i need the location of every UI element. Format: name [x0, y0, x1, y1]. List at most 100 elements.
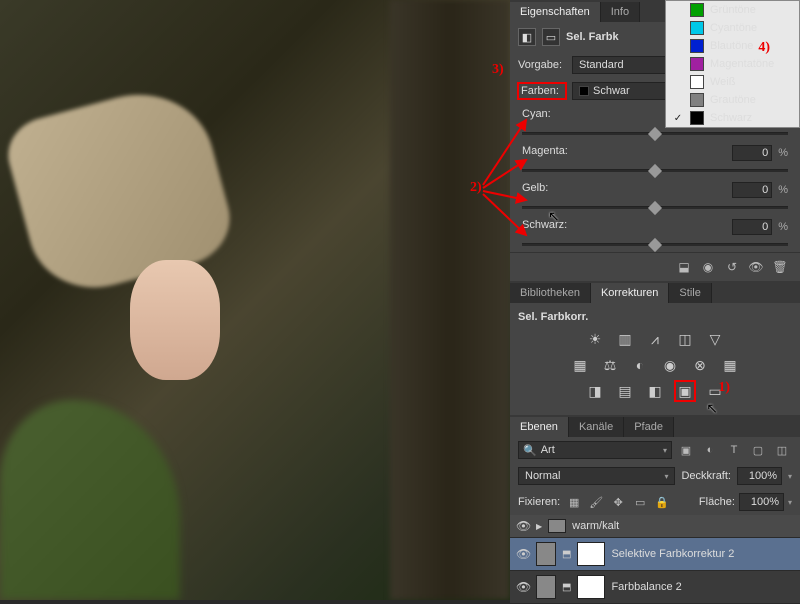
- link-icon[interactable]: ⬒: [562, 582, 571, 593]
- slider-track[interactable]: [522, 201, 788, 213]
- tab-stile[interactable]: Stile: [669, 283, 711, 303]
- slider-track[interactable]: [522, 238, 788, 250]
- visibility-icon[interactable]: 👁: [516, 519, 530, 533]
- check-icon: ✓: [672, 113, 684, 124]
- mask-icon: ▭: [542, 28, 560, 46]
- tree-shape: [390, 0, 510, 600]
- color-label: Blautöne: [710, 40, 753, 52]
- tab-korrekturen[interactable]: Korrekturen: [591, 283, 669, 303]
- canvas-image[interactable]: [0, 0, 510, 600]
- color-option-magentatöne[interactable]: Magentatöne: [666, 55, 799, 73]
- percent-label: %: [778, 184, 788, 196]
- view-prev-icon[interactable]: ◉: [698, 259, 718, 275]
- color-label: Weiß: [710, 76, 735, 88]
- mask-thumb: [577, 542, 605, 566]
- clip-icon[interactable]: ⬓: [674, 259, 694, 275]
- tab-bibliotheken[interactable]: Bibliotheken: [510, 283, 591, 303]
- lock-artboard-icon[interactable]: ▭: [630, 493, 650, 511]
- layer-name: Selektive Farbkorrektur 2: [611, 548, 734, 560]
- fill-input[interactable]: 100%: [739, 493, 784, 511]
- exposure-icon[interactable]: ◫: [675, 329, 695, 349]
- slider-handle[interactable]: [648, 201, 662, 215]
- color-swatch: [690, 39, 704, 53]
- tab-info[interactable]: Info: [601, 2, 640, 22]
- tab-eigenschaften[interactable]: Eigenschaften: [510, 2, 601, 22]
- threshold-icon[interactable]: ◧: [645, 381, 665, 401]
- properties-title: Sel. Farbk: [566, 31, 619, 43]
- color-option-cyantöne[interactable]: Cyantöne: [666, 19, 799, 37]
- lut-icon[interactable]: ▦: [720, 355, 740, 375]
- slider-track[interactable]: [522, 127, 788, 139]
- slider-magenta: Magenta:%: [510, 141, 800, 178]
- reset-icon[interactable]: ↺: [722, 259, 742, 275]
- disclosure-icon[interactable]: ▶: [536, 522, 542, 531]
- visibility-icon[interactable]: 👁: [516, 580, 530, 594]
- invert-icon[interactable]: ◨: [585, 381, 605, 401]
- chevron-down-icon[interactable]: ▾: [788, 472, 792, 481]
- slider-handle[interactable]: [648, 127, 662, 141]
- slider-track[interactable]: [522, 164, 788, 176]
- slider-value-input[interactable]: [732, 182, 772, 198]
- hue-icon[interactable]: ▦: [570, 355, 590, 375]
- vibrance-icon[interactable]: ▽: [705, 329, 725, 349]
- lock-all-icon[interactable]: 🔒: [652, 493, 672, 511]
- layer-item[interactable]: 👁⬒Farbbalance 2: [510, 571, 800, 604]
- opacity-input[interactable]: 100%: [737, 467, 782, 485]
- chevron-down-icon: ▾: [663, 446, 667, 455]
- adjustments-body: Sel. Farbkorr. ☀ ▥ ⩘ ◫ ▽ ▦ ⚖ ◐ ◉ ⊗ ▦ ◨ ▤…: [510, 303, 800, 415]
- adjustment-icon: ◧: [518, 28, 536, 46]
- adjustments-row2: ▦ ⚖ ◐ ◉ ⊗ ▦: [518, 355, 792, 375]
- slider-value-input[interactable]: [732, 219, 772, 235]
- slider-value-input[interactable]: [732, 145, 772, 161]
- visibility-icon[interactable]: 👁: [516, 547, 530, 561]
- color-option-grautöne[interactable]: Grautöne: [666, 91, 799, 109]
- colorbalance-icon[interactable]: ⚖: [600, 355, 620, 375]
- color-label: Magentatöne: [710, 58, 774, 70]
- layer-name: warm/kalt: [572, 520, 619, 532]
- color-option-grüntöne[interactable]: Grüntöne: [666, 1, 799, 19]
- selective-color-icon[interactable]: ▣: [675, 381, 695, 401]
- lock-position-icon[interactable]: ✥: [608, 493, 628, 511]
- cursor-icon: ↖: [706, 400, 718, 417]
- curves-icon[interactable]: ⩘: [645, 329, 665, 349]
- color-option-blautöne[interactable]: Blautöne: [666, 37, 799, 55]
- filter-type-icon[interactable]: T: [724, 441, 744, 459]
- colors-popup-menu: GrüntöneCyantöne Blautöne Magentatöne Weiß G…: [665, 0, 800, 128]
- filter-smart-icon[interactable]: ◫: [772, 441, 792, 459]
- tab-pfade[interactable]: Pfade: [624, 417, 674, 437]
- tab-kanaele[interactable]: Kanäle: [569, 417, 624, 437]
- annotation-3: 3): [492, 62, 504, 78]
- bw-icon[interactable]: ◐: [630, 355, 650, 375]
- tab-ebenen[interactable]: Ebenen: [510, 417, 569, 437]
- layer-item[interactable]: 👁 ▶ warm/kalt: [510, 515, 800, 538]
- link-icon[interactable]: ⬒: [562, 549, 571, 560]
- colors-label: Farben:: [518, 83, 566, 99]
- lock-paint-icon[interactable]: 🖌: [586, 493, 606, 511]
- filter-adj-icon[interactable]: ◐: [700, 441, 720, 459]
- color-option-schwarz[interactable]: ✓Schwarz: [666, 109, 799, 127]
- color-swatch: [690, 111, 704, 125]
- posterize-icon[interactable]: ▤: [615, 381, 635, 401]
- blend-mode-dropdown[interactable]: Normal ▾: [518, 467, 675, 485]
- layers-tabs: Ebenen Kanäle Pfade: [510, 415, 800, 437]
- visibility-icon[interactable]: 👁: [746, 259, 766, 275]
- trash-icon[interactable]: 🗑: [770, 259, 790, 275]
- channelmixer-icon[interactable]: ⊗: [690, 355, 710, 375]
- annotation-2: 2): [470, 180, 482, 196]
- layer-item[interactable]: 👁 ⬒ Selektive Farbkorrektur 2: [510, 538, 800, 571]
- adj-thumb: [536, 575, 556, 599]
- properties-buttons: ⬓ ◉ ↺ 👁 🗑: [510, 252, 800, 281]
- levels-icon[interactable]: ▥: [615, 329, 635, 349]
- brightness-icon[interactable]: ☀: [585, 329, 605, 349]
- chevron-down-icon[interactable]: ▾: [788, 498, 792, 507]
- cursor-icon: ↖: [548, 208, 560, 225]
- adj-thumb: [536, 542, 556, 566]
- filter-shape-icon[interactable]: ▢: [748, 441, 768, 459]
- lock-transparency-icon[interactable]: ▦: [564, 493, 584, 511]
- photofilter-icon[interactable]: ◉: [660, 355, 680, 375]
- filter-pixel-icon[interactable]: ▣: [676, 441, 696, 459]
- color-option-weiß[interactable]: Weiß: [666, 73, 799, 91]
- layer-filter-dropdown[interactable]: 🔍 Art ▾: [518, 441, 672, 459]
- slider-handle[interactable]: [648, 238, 662, 252]
- slider-handle[interactable]: [648, 164, 662, 178]
